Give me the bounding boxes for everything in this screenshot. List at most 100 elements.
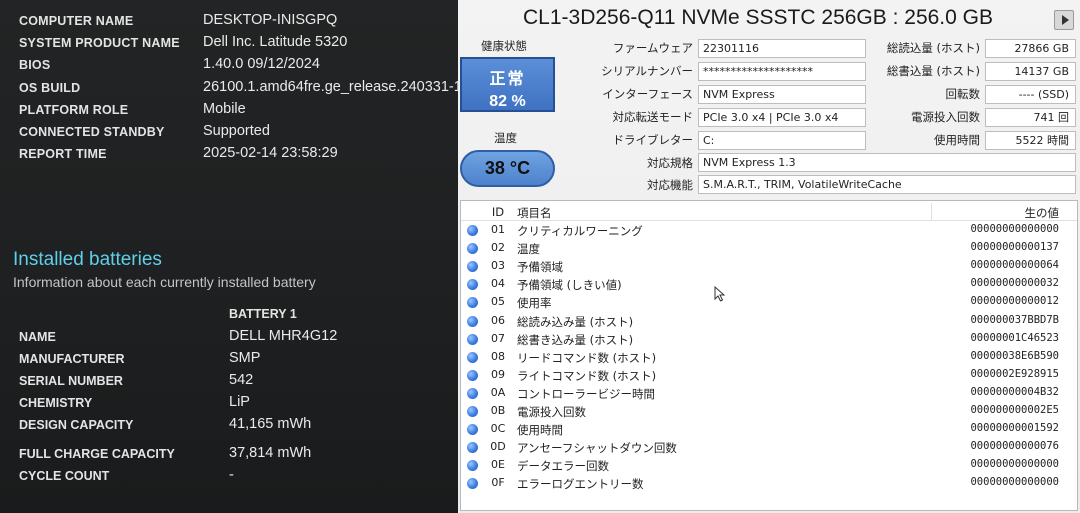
system-info-value: Mobile [203, 100, 246, 117]
system-info-value: 1.40.0 09/12/2024 [203, 56, 320, 73]
host-writes-label: 総書込量 (ホスト) [886, 64, 980, 78]
status-good-icon [467, 442, 478, 454]
smart-row[interactable]: 08 リードコマンド数 (ホスト) 00000038E6B590 [461, 348, 1077, 366]
battery-info-row: MANUFACTURER SMP [19, 350, 449, 372]
battery-info-key: CHEMISTRY [19, 396, 93, 410]
standard-label: 対応規格 [647, 156, 693, 170]
status-good-icon [467, 225, 478, 236]
system-info-key: PLATFORM ROLE [19, 102, 129, 117]
smart-row[interactable]: 0F エラーログエントリー数 00000000000000 [461, 474, 1077, 492]
smart-name: ライトコマンド数 (ホスト) [517, 368, 657, 383]
status-good-icon [467, 406, 478, 417]
system-info-key: OS BUILD [19, 80, 81, 95]
smart-name: データエラー回数 [517, 459, 609, 474]
smart-raw: 00000000000032 [970, 277, 1059, 290]
smart-raw: 00000000000076 [970, 440, 1059, 453]
smart-row[interactable]: 06 総読み込み量 (ホスト) 000000037BBD7B [461, 312, 1077, 330]
temperature-label: 温度 [494, 131, 517, 145]
battery-info-value: SMP [229, 350, 261, 366]
smart-id: 0E [491, 458, 505, 472]
smart-row[interactable]: 0D アンセーフシャットダウン回数 00000000000076 [461, 438, 1077, 456]
status-good-icon [467, 424, 478, 436]
host-writes-value: 14137 GB [985, 62, 1076, 81]
smart-id: 05 [491, 295, 505, 309]
battery-info-key: NAME [19, 330, 56, 344]
smart-attributes-table[interactable]: ID 項目名 生の値 01 クリティカルワーニング 00000000000000… [460, 200, 1078, 511]
smart-id: 01 [491, 223, 505, 236]
temperature-value[interactable]: 38 °C [460, 150, 555, 187]
rotation-label: 回転数 [945, 87, 981, 101]
smart-id: 0D [490, 440, 506, 454]
smart-name: クリティカルワーニング [517, 224, 643, 238]
smart-row[interactable]: 04 予備領域 (しきい値) 00000000000032 [461, 275, 1077, 293]
smart-name: 使用時間 [517, 423, 563, 438]
features-value: S.M.A.R.T., TRIM, VolatileWriteCache [698, 175, 1076, 194]
smart-row[interactable]: 0E データエラー回数 00000000000000 [461, 456, 1077, 474]
status-good-icon [467, 387, 478, 399]
smart-raw: 00000000000000 [970, 458, 1059, 471]
smart-raw: 00000000000064 [970, 259, 1059, 272]
smart-row[interactable]: 02 温度 00000000000137 [461, 239, 1077, 257]
smart-raw: 00000038E6B590 [970, 349, 1059, 362]
id-column-header[interactable]: ID [487, 205, 509, 219]
status-good-icon [467, 243, 478, 255]
smart-id: 03 [491, 259, 505, 273]
next-disk-button[interactable] [1054, 10, 1074, 30]
interface-value: NVM Express [698, 85, 866, 104]
drive-letter-label: ドライブレター [612, 133, 694, 147]
health-label: 健康状態 [481, 39, 527, 53]
serial-label: シリアルナンバー [601, 64, 693, 78]
column-divider [931, 203, 932, 221]
battery-info-row: CHEMISTRY LiP [19, 394, 449, 416]
power-on-count-value: 741 回 [985, 108, 1076, 127]
battery-info-value: 37,814 mWh [229, 445, 312, 461]
host-reads-value: 27866 GB [985, 39, 1076, 58]
smart-name: アンセーフシャットダウン回数 [517, 441, 677, 456]
smart-raw: 00000000000137 [970, 241, 1059, 254]
smart-row[interactable]: 01 クリティカルワーニング 00000000000000 [461, 221, 1077, 239]
battery-column-header: BATTERY 1 [229, 307, 297, 321]
battery-info-key: MANUFACTURER [19, 352, 125, 366]
system-info-key: SYSTEM PRODUCT NAME [19, 36, 180, 51]
attribute-name-column-header[interactable]: 項目名 [517, 205, 552, 221]
transfer-mode-label: 対応転送モード [612, 110, 694, 124]
system-info-key: REPORT TIME [19, 147, 107, 162]
battery-info-value: 542 [229, 372, 254, 388]
smart-id: 07 [491, 331, 505, 345]
smart-table-header: ID 項目名 生の値 [461, 203, 1077, 222]
battery-info-value: 41,165 mWh [229, 416, 312, 432]
health-status-box[interactable]: 正常 82 % [460, 57, 555, 112]
health-status: 正常 [489, 69, 526, 88]
smart-raw: 00000000000000 [970, 223, 1059, 235]
transfer-mode-value: PCIe 3.0 x4 | PCIe 3.0 x4 [698, 108, 866, 127]
smart-name: 予備領域 (しきい値) [517, 278, 622, 293]
smart-raw: 00000000004B32 [970, 385, 1059, 398]
battery-info-value: DELL MHR4G12 [229, 328, 338, 344]
installed-batteries-subtitle: Information about each currently install… [13, 274, 316, 290]
battery-info-row: SERIAL NUMBER 542 [19, 372, 449, 394]
status-good-icon [467, 460, 478, 472]
smart-name: エラーログエントリー数 [517, 477, 644, 492]
raw-value-column-header[interactable]: 生の値 [1025, 205, 1060, 221]
battery-info-row: FULL CHARGE CAPACITY 37,814 mWh [19, 445, 449, 467]
smart-row[interactable]: 03 予備領域 00000000000064 [461, 257, 1077, 275]
standard-value: NVM Express 1.3 [698, 153, 1076, 172]
smart-row[interactable]: 0A コントローラービジー時間 00000000004B32 [461, 384, 1077, 402]
smart-raw: 000000037BBD7B [970, 313, 1059, 326]
installed-batteries-heading: Installed batteries [13, 249, 162, 270]
smart-raw: 0000002E928915 [970, 367, 1059, 380]
battery-info-row: NAME DELL MHR4G12 [19, 328, 449, 350]
smart-raw: 00000000000012 [970, 295, 1059, 308]
smart-row[interactable]: 05 使用率 00000000000012 [461, 293, 1077, 311]
status-good-icon [467, 333, 478, 345]
system-info-value: DESKTOP-INISGPQ [203, 12, 338, 28]
status-good-icon [467, 261, 478, 273]
smart-row[interactable]: 07 総書き込み量 (ホスト) 00000001C46523 [461, 330, 1077, 348]
smart-row[interactable]: 0C 使用時間 00000000001592 [461, 420, 1077, 438]
smart-row[interactable]: 09 ライトコマンド数 (ホスト) 0000002E928915 [461, 366, 1077, 384]
smart-name: 使用率 [517, 296, 552, 311]
system-info-value: Supported [203, 122, 270, 139]
smart-row[interactable]: 0B 電源投入回数 000000000002E5 [461, 402, 1077, 420]
power-on-count-label: 電源投入回数 [911, 110, 980, 124]
disk-title: CL1-3D256-Q11 NVMe SSSTC 256GB : 256.0 G… [523, 6, 993, 29]
